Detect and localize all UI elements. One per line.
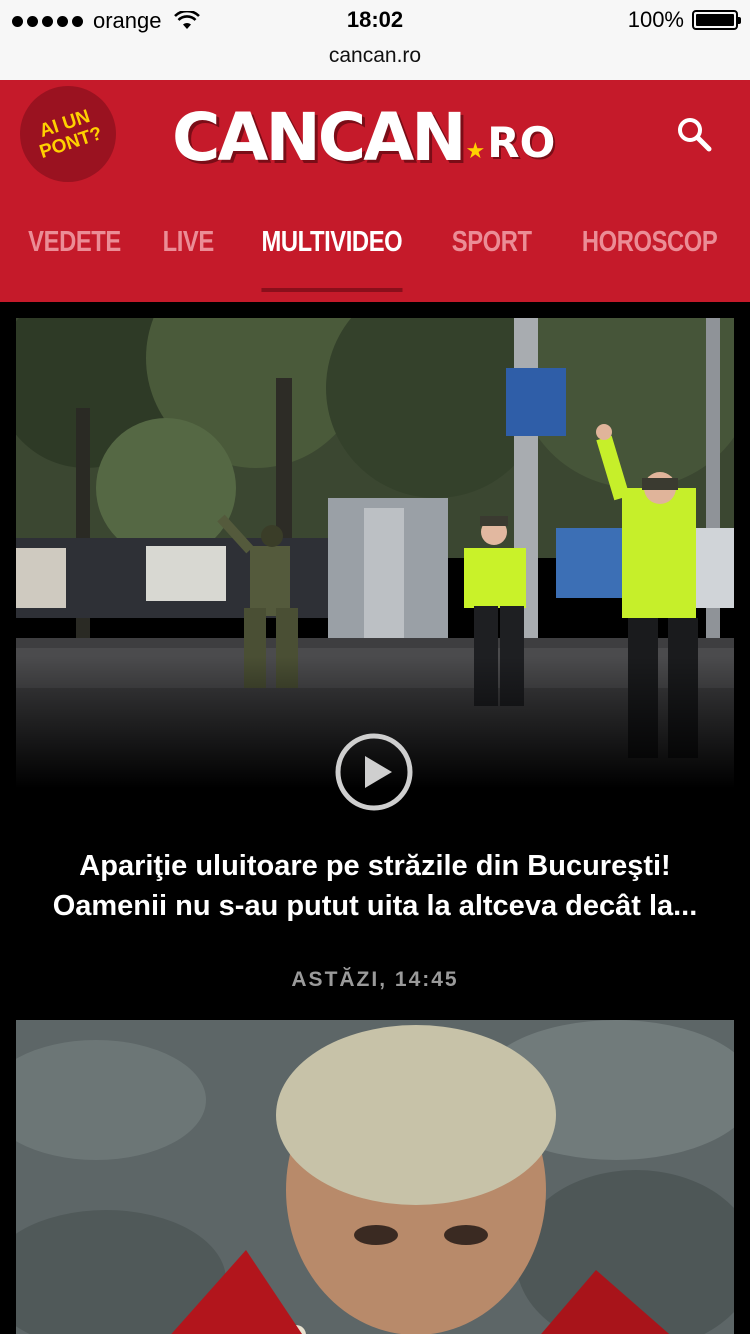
site-logo[interactable]: CANCAN ★ RO	[172, 94, 555, 174]
nav-item-vedete[interactable]: VEDETE	[28, 220, 121, 280]
logo-wordmark: CANCAN	[172, 99, 467, 176]
play-icon[interactable]	[334, 732, 414, 812]
article-headline[interactable]: Apariţie uluitoare pe străzile din Bucur…	[46, 846, 704, 926]
battery-percent: 100%	[627, 7, 684, 32]
logo-suffix: RO	[487, 118, 556, 167]
article-card[interactable]: Apariţie uluitoare pe străzile din Bucur…	[16, 318, 734, 1008]
nav-item-sport[interactable]: SPORT	[452, 220, 532, 280]
nav-item-live[interactable]: LIVE	[163, 220, 215, 280]
article-date: ASTĂZI, 14:45	[291, 968, 459, 991]
logo-star-icon: ★	[465, 138, 486, 163]
article-thumbnail[interactable]	[16, 318, 734, 788]
nav-item-multivideo[interactable]: MULTIVIDEO	[261, 220, 402, 292]
article-thumbnail-next[interactable]	[16, 1020, 734, 1334]
search-icon[interactable]	[674, 114, 714, 154]
pont-badge-label: AI UN PONT?	[36, 106, 105, 163]
ai-un-pont-button[interactable]: AI UN PONT?	[20, 86, 116, 182]
address-bar[interactable]: cancan.ro	[0, 40, 750, 80]
site-header: AI UN PONT? CANCAN ★ RO VEDETE LIVE MULT…	[0, 80, 750, 302]
status-bar: orange 18:02 100%	[0, 0, 750, 40]
battery-status: 100%	[627, 7, 741, 33]
nav-item-horoscop[interactable]: HOROSCOP	[582, 220, 718, 280]
battery-icon	[692, 10, 741, 30]
section-nav: VEDETE LIVE MULTIVIDEO SPORT HOROSCOP	[0, 220, 750, 292]
video-feed: Apariţie uluitoare pe străzile din Bucur…	[0, 302, 750, 1334]
url-text: cancan.ro	[328, 44, 422, 67]
